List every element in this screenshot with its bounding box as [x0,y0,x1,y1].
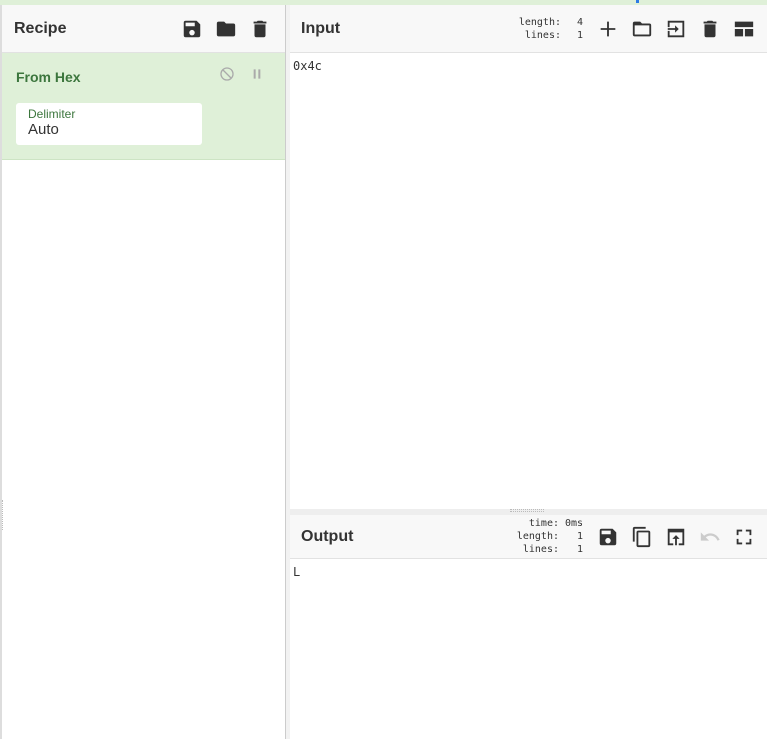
trash-icon[interactable] [249,18,271,40]
fullscreen-icon[interactable] [733,526,755,548]
copy-icon[interactable] [631,526,653,548]
delimiter-label: Delimiter [28,107,76,121]
operation-from-hex[interactable]: From Hex Delimiter [2,53,285,160]
output-editor[interactable]: L [290,559,767,739]
undo-icon[interactable] [699,526,721,548]
insert-file-icon[interactable] [665,18,687,40]
recipe-pane: Recipe From Hex Delimiter [0,5,286,739]
save-icon[interactable] [181,18,203,40]
input-editor[interactable]: 0x4c [290,53,767,508]
output-lines-label: lines: [522,544,559,555]
output-pane: Output time: 0ms length: 1 lines: 1 L [290,515,767,739]
input-lines-label: lines: [524,29,561,41]
input-lines-value: 1 [576,29,583,41]
output-length-value: 1 [576,531,583,542]
input-stats: length: 4 lines: 1 [519,16,583,42]
disable-icon[interactable] [219,66,235,87]
trash-icon[interactable] [699,18,721,40]
delimiter-input[interactable] [28,121,190,138]
pause-icon[interactable] [249,66,265,87]
layout-icon[interactable] [733,18,755,40]
delimiter-field[interactable]: Delimiter [16,103,202,145]
save-icon[interactable] [597,526,619,548]
input-length-value: 4 [576,16,583,28]
folder-icon[interactable] [215,18,237,40]
output-lines-value: 1 [576,544,583,555]
progress-tick [636,0,639,3]
recipe-header: Recipe [2,5,285,53]
input-header: Input length: 4 lines: 1 [290,5,767,53]
open-folder-icon[interactable] [631,18,653,40]
recipe-title: Recipe [14,19,67,37]
output-time-value: 0ms [564,518,583,529]
input-length-label: length: [518,16,561,28]
input-title: Input [301,19,341,37]
output-title: Output [301,527,354,545]
recipe-resize-grip[interactable] [2,500,4,530]
output-time-label: time: [528,518,559,529]
input-pane: Input length: 4 lines: 1 0x4c [290,5,767,509]
replace-input-icon[interactable] [665,526,687,548]
output-length-label: length: [516,531,559,542]
output-stats: time: 0ms length: 1 lines: 1 [517,517,583,556]
output-header: Output time: 0ms length: 1 lines: 1 [290,515,767,559]
plus-icon[interactable] [597,18,619,40]
resize-grip[interactable] [510,509,544,512]
